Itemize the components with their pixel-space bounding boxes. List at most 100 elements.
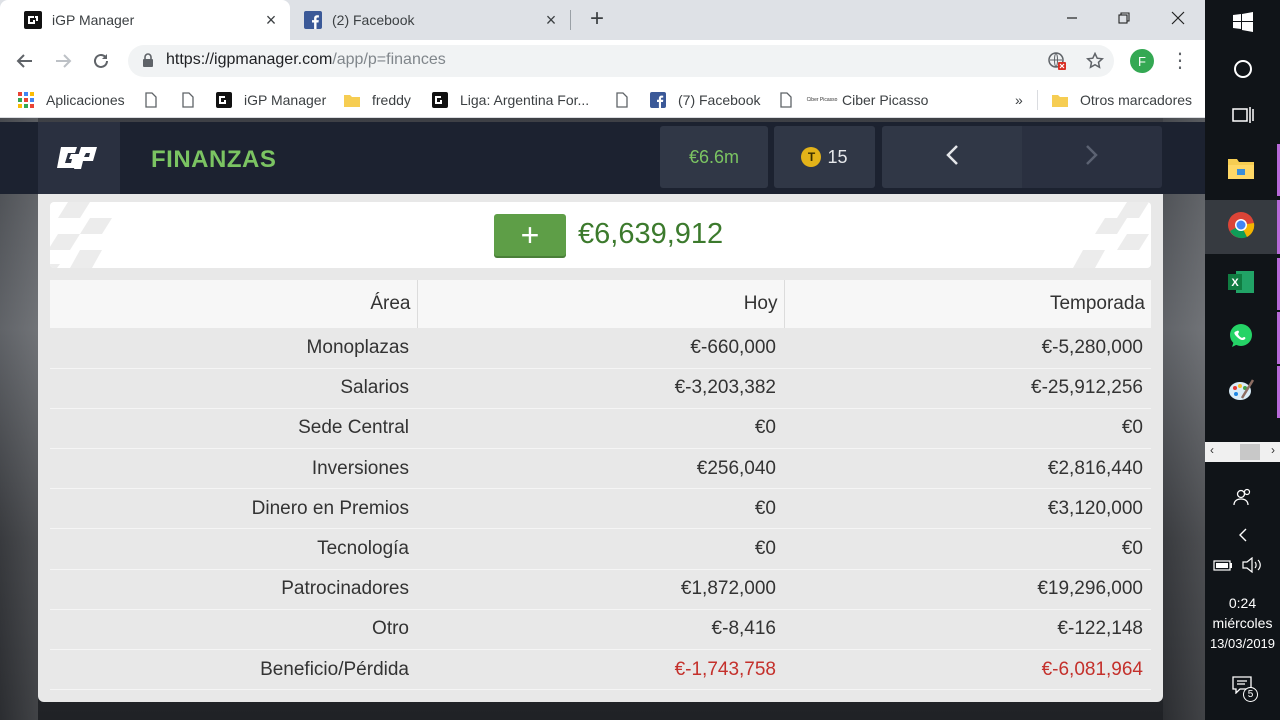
- notification-count: 5: [1243, 687, 1258, 702]
- tab-facebook[interactable]: (2) Facebook ×: [290, 0, 570, 40]
- row-temporada: €0: [784, 408, 1151, 450]
- bookmark-label: Liga: Argentina For...: [460, 92, 590, 108]
- bookmark-label: Aplicaciones: [46, 92, 125, 108]
- show-hidden-icons-button[interactable]: [1205, 524, 1280, 550]
- folder-icon: [1228, 157, 1254, 184]
- taskbar-scroller[interactable]: ‹ ›: [1205, 442, 1280, 462]
- igp-icon: [432, 92, 448, 108]
- add-funds-button[interactable]: +: [494, 214, 566, 256]
- bookmark-liga[interactable]: Liga: Argentina For...: [432, 90, 589, 110]
- bookmark-label: freddy: [372, 92, 411, 108]
- paint-button[interactable]: [1205, 366, 1280, 418]
- more-bookmarks-label: »: [1015, 92, 1023, 108]
- row-area: Dinero en Premios: [50, 488, 417, 530]
- page-icon: [778, 92, 794, 108]
- cortana-button[interactable]: [1205, 50, 1280, 92]
- chevron-left-icon: [945, 144, 959, 171]
- chevron-right-icon[interactable]: ›: [1271, 443, 1275, 457]
- volume-icon[interactable]: [1242, 555, 1266, 575]
- task-view-icon: [1231, 105, 1254, 130]
- new-tab-button[interactable]: +: [584, 7, 610, 33]
- row-area: Patrocinadores: [50, 569, 417, 610]
- close-tab-icon[interactable]: ×: [262, 11, 280, 29]
- clock-time[interactable]: 0:24: [1205, 595, 1280, 611]
- row-hoy: €-8,416: [417, 609, 784, 651]
- start-button[interactable]: [1205, 4, 1280, 44]
- page-title: FINANZAS: [151, 146, 277, 173]
- bookmark-page-2[interactable]: [180, 90, 208, 110]
- profile-avatar[interactable]: F: [1130, 49, 1154, 73]
- row-hoy: €256,040: [417, 448, 784, 490]
- bookmark-apps[interactable]: Aplicaciones: [18, 90, 125, 110]
- maximize-button[interactable]: [1097, 0, 1151, 36]
- bookmark-label: Ciber Picasso: [842, 92, 929, 108]
- excel-button[interactable]: X: [1205, 258, 1280, 310]
- notifications-button[interactable]: 5: [1230, 674, 1260, 704]
- row-temporada: €2,816,440: [784, 448, 1151, 490]
- table-row: Salarios €-3,203,382 €-25,912,256: [50, 368, 1151, 409]
- row-hoy: €0: [417, 408, 784, 450]
- close-tab-icon[interactable]: ×: [542, 11, 560, 29]
- clock-day[interactable]: miércoles: [1205, 615, 1280, 631]
- tokens-button[interactable]: T 15: [774, 126, 875, 188]
- profit-loss-row: Beneficio/Pérdida €-1,743,758 €-6,081,96…: [50, 649, 1151, 691]
- chrome-button[interactable]: [1205, 200, 1280, 254]
- clock-date[interactable]: 13/03/2019: [1205, 636, 1280, 651]
- row-temporada: €-25,912,256: [784, 368, 1151, 409]
- people-button[interactable]: [1205, 484, 1280, 514]
- row-temporada: €0: [784, 528, 1151, 570]
- column-header-area: Área: [50, 280, 417, 328]
- forward-button[interactable]: [50, 48, 76, 74]
- igp-logo[interactable]: [38, 122, 120, 194]
- bookmark-page-4[interactable]: [778, 90, 806, 110]
- task-view-button[interactable]: [1205, 96, 1280, 138]
- people-icon: [1232, 488, 1253, 511]
- address-bar[interactable]: https://igpmanager.com/app/p=finances: [128, 45, 1114, 77]
- bookmark-page-1[interactable]: [143, 90, 171, 110]
- battery-icon[interactable]: [1213, 555, 1235, 575]
- scroll-thumb[interactable]: [1240, 444, 1260, 460]
- bookmark-freddy[interactable]: freddy: [344, 90, 411, 110]
- bookmark-page-3[interactable]: [614, 90, 642, 110]
- row-area: Monoplazas: [50, 328, 417, 369]
- back-button[interactable]: [12, 48, 38, 74]
- page-icon: [180, 92, 196, 108]
- checkered-flag-right-icon: [1073, 202, 1149, 268]
- tab-igp-manager[interactable]: iGP Manager ×: [0, 0, 290, 40]
- row-hoy: €-3,203,382: [417, 368, 784, 409]
- whatsapp-button[interactable]: [1205, 312, 1280, 364]
- url-text: https://igpmanager.com/app/p=finances: [166, 51, 446, 69]
- more-bookmarks-button[interactable]: »: [1015, 90, 1023, 110]
- reload-button[interactable]: [88, 48, 114, 74]
- money-summary-button[interactable]: €6.6m: [660, 126, 768, 188]
- bookmark-other[interactable]: Otros marcadores: [1037, 90, 1192, 110]
- tab-strip: iGP Manager × (2) Facebook × +: [0, 0, 1205, 40]
- bookmark-facebook[interactable]: (7) Facebook: [650, 90, 760, 110]
- row-temporada: €-6,081,964: [784, 649, 1151, 691]
- chevron-left-icon[interactable]: ‹: [1210, 443, 1214, 457]
- igp-icon: [24, 11, 42, 29]
- chrome-icon: [1227, 211, 1255, 244]
- page-icon: [143, 92, 159, 108]
- token-icon: T: [801, 147, 822, 167]
- browser-menu-icon[interactable]: ⋮: [1170, 48, 1190, 74]
- chevron-left-icon: [1238, 527, 1248, 548]
- excel-icon: X: [1228, 269, 1254, 300]
- row-temporada: €19,296,000: [784, 569, 1151, 610]
- file-explorer-button[interactable]: [1205, 144, 1280, 196]
- page-icon: [614, 92, 630, 108]
- bookmark-igp-manager[interactable]: iGP Manager: [216, 90, 326, 110]
- row-temporada: €-122,148: [784, 609, 1151, 651]
- row-area: Otro: [50, 609, 417, 651]
- minimize-button[interactable]: [1045, 0, 1099, 36]
- tab-divider: [570, 10, 571, 30]
- forward-nav-button[interactable]: [1022, 126, 1162, 188]
- back-nav-button[interactable]: [882, 126, 1022, 188]
- ciber-picasso-icon: Ciber Picasso: [806, 96, 838, 103]
- bookmark-ciber-picasso[interactable]: Ciber Picasso Ciber Picasso: [806, 90, 929, 110]
- excel-icon-letter: X: [1231, 277, 1239, 289]
- close-window-button[interactable]: [1151, 0, 1205, 36]
- bookmark-star-icon[interactable]: [1086, 52, 1104, 70]
- tab-title: iGP Manager: [52, 12, 135, 28]
- blocked-content-icon[interactable]: [1048, 52, 1066, 70]
